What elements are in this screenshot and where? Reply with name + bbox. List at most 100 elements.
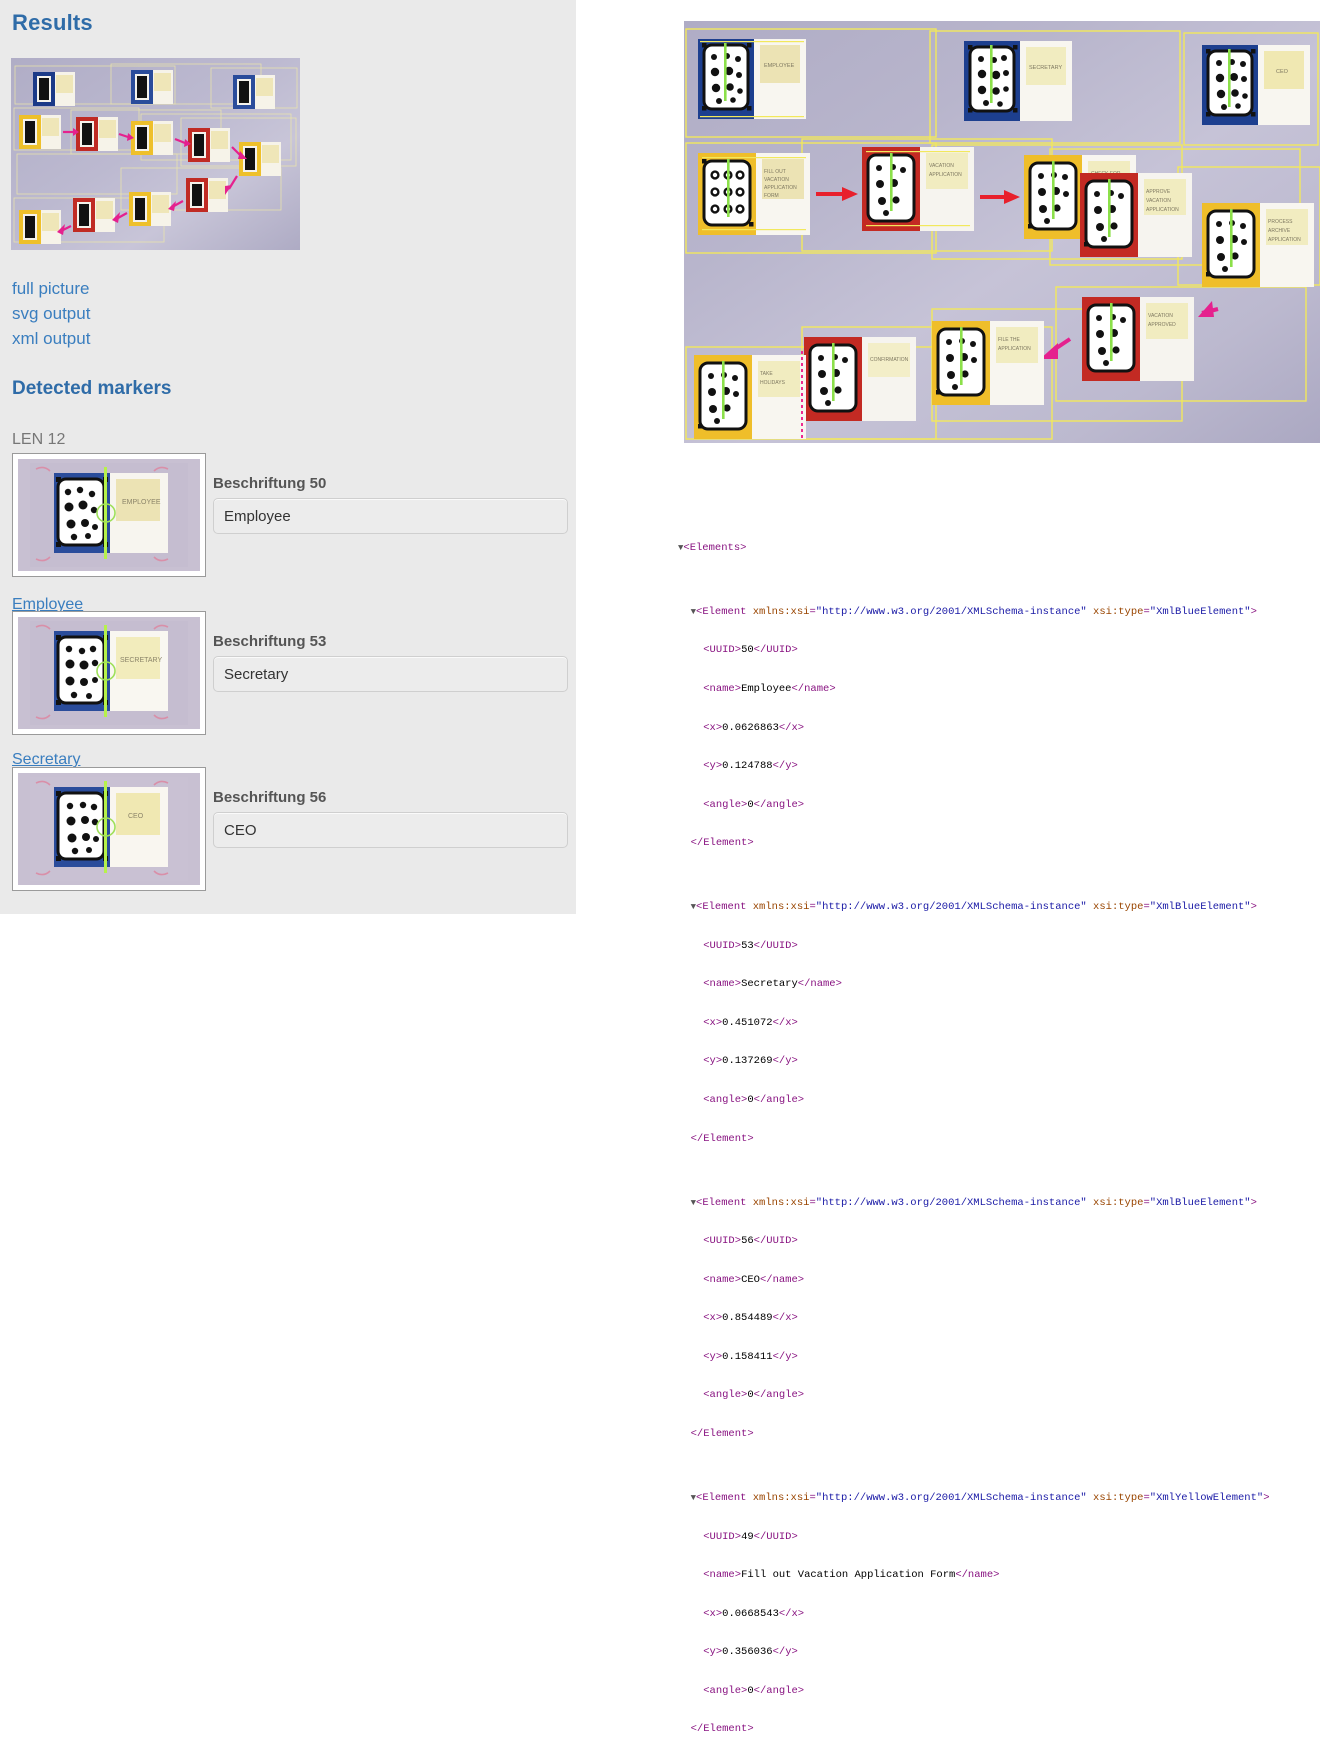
xml-type-value: "XmlBlueElement" [1149,605,1251,618]
svg-text:EMPLOYEE: EMPLOYEE [764,63,795,69]
board-photo-graphic: EMPLOYEE SECRETARY CEO FILL OUT VACATION… [684,21,1320,443]
xml-angle-1: <angle>0</angle> [703,1093,805,1106]
svg-text:EMPLOYEE: EMPLOYEE [122,499,161,506]
xml-element-open-1: ▼<Element xmlns:xsi="http://www.w3.org/2… [690,901,1257,914]
photo-marker-process-archive: PROCESS ARCHIVE APPLICATION [1202,203,1314,287]
photo-marker-employee: EMPLOYEE [698,39,806,119]
svg-text:VACATION: VACATION [929,163,954,169]
svg-text:CONFIRMATION: CONFIRMATION [870,357,909,363]
xml-element-close-0: </Element> [690,837,754,850]
svg-text:HOLIDAYS: HOLIDAYS [760,380,786,386]
svg-text:VACATION: VACATION [1146,198,1171,204]
svg-text:VACATION: VACATION [1148,313,1173,319]
marker-crop-graphic: SECRETARY [18,617,200,729]
photo-marker-ceo: CEO [1202,45,1310,125]
svg-text:PROCESS: PROCESS [1268,219,1293,225]
xml-angle-0: <angle>0</angle> [703,798,805,811]
svg-text:FILE THE: FILE THE [998,337,1021,343]
field-label-56: Beschriftung 56 [213,789,327,806]
xml-x-0: <x>0.0626863</x> [703,721,805,734]
marker-name-input-53[interactable] [213,656,568,692]
marker-photo-53: SECRETARY [18,617,200,729]
marker-field-56: Beschriftung 56 [213,789,568,848]
marker-field-50: Beschriftung 50 [213,475,568,534]
photo-marker-confirmation: CONFIRMATION [804,337,916,421]
xml-name-value: Employee [741,682,792,695]
xml-element-open-2: ▼<Element xmlns:xsi="http://www.w3.org/2… [690,1196,1257,1209]
svg-text:SECRETARY: SECRETARY [1029,65,1062,71]
svg-text:APPLICATION: APPLICATION [929,172,962,178]
svg-text:SECRETARY: SECRETARY [120,657,162,664]
xml-ns-value: "http://www.w3.org/2001/XMLSchema-instan… [815,605,1087,618]
marker-photo-56: CEO [18,773,200,885]
xml-uuid-3: <UUID>49</UUID> [703,1530,798,1543]
marker-name-input-50[interactable] [213,498,568,534]
link-full-picture[interactable]: full picture [12,276,90,301]
field-label-53: Beschriftung 53 [213,633,327,650]
xml-root-line: ▼<Elements> [678,542,1333,555]
xml-name-1: <name>Secretary</name> [703,978,842,991]
marker-name-input-56[interactable] [213,812,568,848]
marker-crop-graphic: CEO [18,773,200,885]
xml-element-close-2: </Element> [690,1427,754,1440]
marker-thumbnail-53[interactable]: SECRETARY [12,611,206,735]
xml-y-0: <y>0.124788</y> [703,760,798,773]
xml-uuid-2: <UUID>56</UUID> [703,1235,798,1248]
svg-text:TAKE: TAKE [760,371,773,377]
page-title: Results [12,10,93,35]
results-panel: Results full picture svg output xml outp… [0,0,576,914]
xml-tag-element: Element [702,605,747,618]
xml-element-close-3: </Element> [690,1723,754,1736]
svg-text:FORM: FORM [764,193,779,199]
photo-marker-fill-out-form: FILL OUT VACATION APPLICATION FORM [698,153,810,235]
marker-entry-53: SECRETARY Beschriftung 53 Secretary [0,611,576,752]
svg-text:APPLICATION: APPLICATION [998,346,1031,352]
svg-text:APPLICATION: APPLICATION [764,185,797,191]
marker-count-label: LEN 12 [12,431,66,448]
svg-text:FILL OUT: FILL OUT [764,169,786,175]
svg-text:APPLICATION: APPLICATION [1268,237,1301,243]
xml-y-2: <y>0.158411</y> [703,1350,798,1363]
xml-name-0: <name>Employee</name> [703,682,836,695]
xml-root-tag: <Elements> [683,541,747,554]
xml-name-2: <name>CEO</name> [703,1273,805,1286]
xml-angle-2: <angle>0</angle> [703,1389,805,1402]
xml-output-tree[interactable]: ▼<Elements> ▼<Element xmlns:xsi="http://… [678,516,1333,1749]
link-svg-output[interactable]: svg output [12,301,90,326]
xml-x-2: <x>0.854489</x> [703,1312,798,1325]
full-board-thumbnail[interactable] [11,58,300,250]
marker-thumbnail-56[interactable]: CEO [12,767,206,891]
output-links: full picture svg output xml output [12,276,90,351]
svg-text:VACATION: VACATION [764,177,789,183]
xml-type-attr: xsi:type [1093,605,1144,618]
photo-marker-take-holidays: TAKE HOLIDAYS [694,351,806,439]
field-label-50: Beschriftung 50 [213,475,327,492]
link-xml-output[interactable]: xml output [12,326,90,351]
xml-uuid-1: <UUID>53</UUID> [703,939,798,952]
xml-ns-attr: xmlns:xsi [752,605,810,618]
xml-x-1: <x>0.451072</x> [703,1016,798,1029]
photo-marker-file-application: FILE THE APPLICATION [932,321,1044,405]
marker-thumbnail-50[interactable]: EMPLOYEE [12,453,206,577]
xml-element-open-0: ▼<Element xmlns:xsi="http://www.w3.org/2… [690,605,1257,618]
xml-element-open-3: ▼<Element xmlns:xsi="http://www.w3.org/2… [690,1492,1270,1505]
annotated-board-photo[interactable]: EMPLOYEE SECRETARY CEO FILL OUT VACATION… [684,21,1320,443]
xml-uuid-value: 50 [741,644,754,657]
marker-photo-50: EMPLOYEE [18,459,200,571]
svg-text:ARCHIVE: ARCHIVE [1268,228,1291,234]
svg-text:APPROVE: APPROVE [1146,189,1171,195]
xml-angle-3: <angle>0</angle> [703,1684,805,1697]
svg-text:CEO: CEO [128,813,144,820]
marker-entry-56: CEO Beschriftung 56 CEO [0,767,576,908]
svg-text:CEO: CEO [1276,69,1289,75]
marker-entry-50: EMPLOYEE Beschriftung 50 Employee [0,453,576,594]
xml-y-value: 0.124788 [722,760,773,773]
xml-name-3: <name>Fill out Vacation Application Form… [703,1569,1000,1582]
svg-text:APPROVED: APPROVED [1148,322,1176,328]
marker-field-53: Beschriftung 53 [213,633,568,692]
photo-marker-secretary: SECRETARY [964,41,1072,121]
xml-x-3: <x>0.0668543</x> [703,1607,805,1620]
xml-x-value: 0.0626863 [722,721,779,734]
photo-marker-vacation-application: VACATION APPLICATION [862,147,974,231]
xml-y-1: <y>0.137269</y> [703,1055,798,1068]
